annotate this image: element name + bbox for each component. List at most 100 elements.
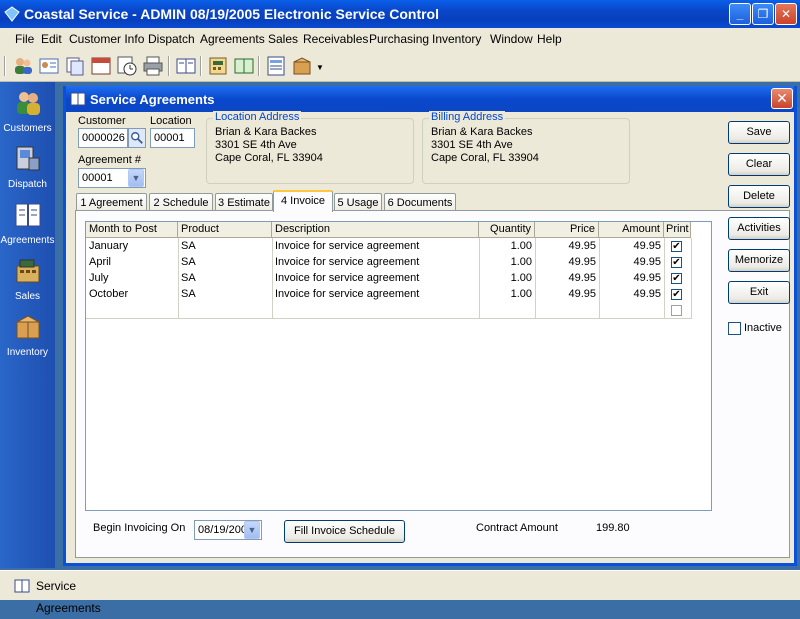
- clear-button[interactable]: Clear: [728, 153, 790, 176]
- menu-customer-info[interactable]: Customer Info: [69, 32, 144, 46]
- toolbar: ▼: [0, 50, 800, 82]
- memorize-button[interactable]: Memorize: [728, 249, 790, 272]
- agreement-book-icon[interactable]: [175, 55, 197, 77]
- sales-icon: [16, 259, 39, 283]
- column-header-price[interactable]: Price: [535, 222, 599, 238]
- maximize-button[interactable]: ❐: [752, 3, 774, 25]
- sidebar-item-agreements[interactable]: Agreements: [0, 200, 55, 246]
- print-checkbox[interactable]: ✔: [671, 273, 682, 284]
- minimize-button[interactable]: _: [729, 3, 751, 25]
- menu-dispatch[interactable]: Dispatch: [148, 32, 195, 46]
- inventory-icon: [16, 315, 39, 339]
- agreements-window-icon: [70, 92, 86, 106]
- cell-product[interactable]: SA: [178, 287, 272, 303]
- location-address-line2: 3301 SE 4th Ave: [215, 139, 297, 151]
- cell-amount[interactable]: 49.95: [599, 239, 664, 255]
- window-close-button[interactable]: ✕: [771, 88, 793, 109]
- cell-description[interactable]: Invoice for service agreement: [272, 271, 479, 287]
- column-header-amount[interactable]: Amount: [599, 222, 664, 238]
- menu-receivables[interactable]: Receivables: [303, 32, 368, 46]
- cell-product[interactable]: SA: [178, 239, 272, 255]
- menu-window[interactable]: Window: [490, 32, 533, 46]
- ledger-book-icon[interactable]: [233, 55, 255, 77]
- cell-description[interactable]: Invoice for service agreement: [272, 287, 479, 303]
- print-checkbox[interactable]: ✔: [671, 289, 682, 300]
- menu-purchasing[interactable]: Purchasing: [369, 32, 429, 46]
- column-header-month[interactable]: Month to Post: [86, 222, 178, 238]
- register-icon[interactable]: [207, 55, 229, 77]
- column-header-description[interactable]: Description: [272, 222, 479, 238]
- grid-divider: [691, 238, 692, 319]
- cell-amount[interactable]: 49.95: [599, 271, 664, 287]
- menu-agreements[interactable]: Agreements: [200, 32, 265, 46]
- sidebar-item-label: Customers: [3, 123, 52, 134]
- cell-price[interactable]: 49.95: [535, 255, 599, 271]
- cell-description[interactable]: Invoice for service agreement: [272, 255, 479, 271]
- cell-quantity[interactable]: 1.00: [479, 255, 535, 271]
- cell-amount[interactable]: 49.95: [599, 287, 664, 303]
- billing-address-line2: 3301 SE 4th Ave: [431, 139, 513, 151]
- contact-card-icon[interactable]: [38, 55, 60, 77]
- cell-amount[interactable]: 49.95: [599, 255, 664, 271]
- window-title-bar: Service Agreements ✕: [66, 86, 794, 112]
- cell-month[interactable]: January: [86, 239, 178, 255]
- cell-description[interactable]: Invoice for service agreement: [272, 239, 479, 255]
- menu-sales[interactable]: Sales: [268, 32, 298, 46]
- save-button[interactable]: Save: [728, 121, 790, 144]
- purchase-order-icon[interactable]: [265, 55, 287, 77]
- menu-edit[interactable]: Edit: [41, 32, 62, 46]
- customer-label: Customer: [78, 115, 126, 127]
- customer-input[interactable]: 0000026: [78, 128, 128, 148]
- customer-search-button[interactable]: [128, 128, 146, 148]
- invoice-schedule-grid[interactable]: Month to Post Product Description Quanti…: [85, 221, 712, 511]
- sidebar-item-customers[interactable]: Customers: [0, 88, 55, 134]
- cell-product[interactable]: SA: [178, 255, 272, 271]
- taskbar-item-service-agreements[interactable]: Service Agreements: [12, 575, 142, 615]
- cell-month[interactable]: July: [86, 271, 178, 287]
- new-row-print-checkbox[interactable]: [671, 305, 682, 316]
- cell-price[interactable]: 49.95: [535, 239, 599, 255]
- cell-quantity[interactable]: 1.00: [479, 287, 535, 303]
- print-checkbox[interactable]: ✔: [671, 257, 682, 268]
- cell-product[interactable]: SA: [178, 271, 272, 287]
- billing-address-group: Billing Address Brian & Kara Backes 3301…: [422, 111, 630, 184]
- invoice-tab-panel: Month to Post Product Description Quanti…: [75, 210, 790, 558]
- tab-invoice[interactable]: 4 Invoice: [273, 190, 333, 212]
- cell-quantity[interactable]: 1.00: [479, 239, 535, 255]
- location-input[interactable]: 00001: [150, 128, 195, 148]
- fill-invoice-schedule-button[interactable]: Fill Invoice Schedule: [284, 520, 405, 543]
- dispatch-icon: [16, 146, 39, 171]
- contract-amount-label: Contract Amount: [476, 522, 558, 534]
- activities-button[interactable]: Activities: [728, 217, 790, 240]
- documents-icon[interactable]: [64, 55, 86, 77]
- delete-button[interactable]: Delete: [728, 185, 790, 208]
- cell-month[interactable]: April: [86, 255, 178, 271]
- sidebar-item-sales[interactable]: Sales: [0, 256, 55, 302]
- chevron-down-icon[interactable]: ▼: [244, 521, 260, 539]
- customers-icon: [16, 92, 40, 115]
- close-button[interactable]: ✕: [775, 3, 797, 25]
- print-checkbox[interactable]: ✔: [671, 241, 682, 252]
- column-header-print[interactable]: Print: [664, 222, 691, 238]
- cell-price[interactable]: 49.95: [535, 271, 599, 287]
- column-header-quantity[interactable]: Quantity: [479, 222, 535, 238]
- cell-quantity[interactable]: 1.00: [479, 271, 535, 287]
- toolbar-overflow-icon[interactable]: ▼: [316, 63, 324, 72]
- sidebar-item-dispatch[interactable]: Dispatch: [0, 144, 55, 190]
- menu-help[interactable]: Help: [537, 32, 562, 46]
- menu-inventory[interactable]: Inventory: [432, 32, 481, 46]
- clock-schedule-icon[interactable]: [116, 55, 138, 77]
- menu-file[interactable]: File: [15, 32, 34, 46]
- sidebar-item-inventory[interactable]: Inventory: [0, 312, 55, 358]
- chevron-down-icon[interactable]: ▼: [128, 169, 144, 187]
- exit-button[interactable]: Exit: [728, 281, 790, 304]
- billing-address-title: Billing Address: [429, 111, 506, 123]
- printer-icon[interactable]: [142, 55, 164, 77]
- calendar-icon[interactable]: [90, 55, 112, 77]
- cell-price[interactable]: 49.95: [535, 287, 599, 303]
- column-header-product[interactable]: Product: [178, 222, 272, 238]
- customers-toolbar-icon[interactable]: [12, 55, 34, 77]
- inactive-checkbox[interactable]: [728, 322, 741, 335]
- inventory-box-icon[interactable]: [291, 55, 313, 77]
- cell-month[interactable]: October: [86, 287, 178, 303]
